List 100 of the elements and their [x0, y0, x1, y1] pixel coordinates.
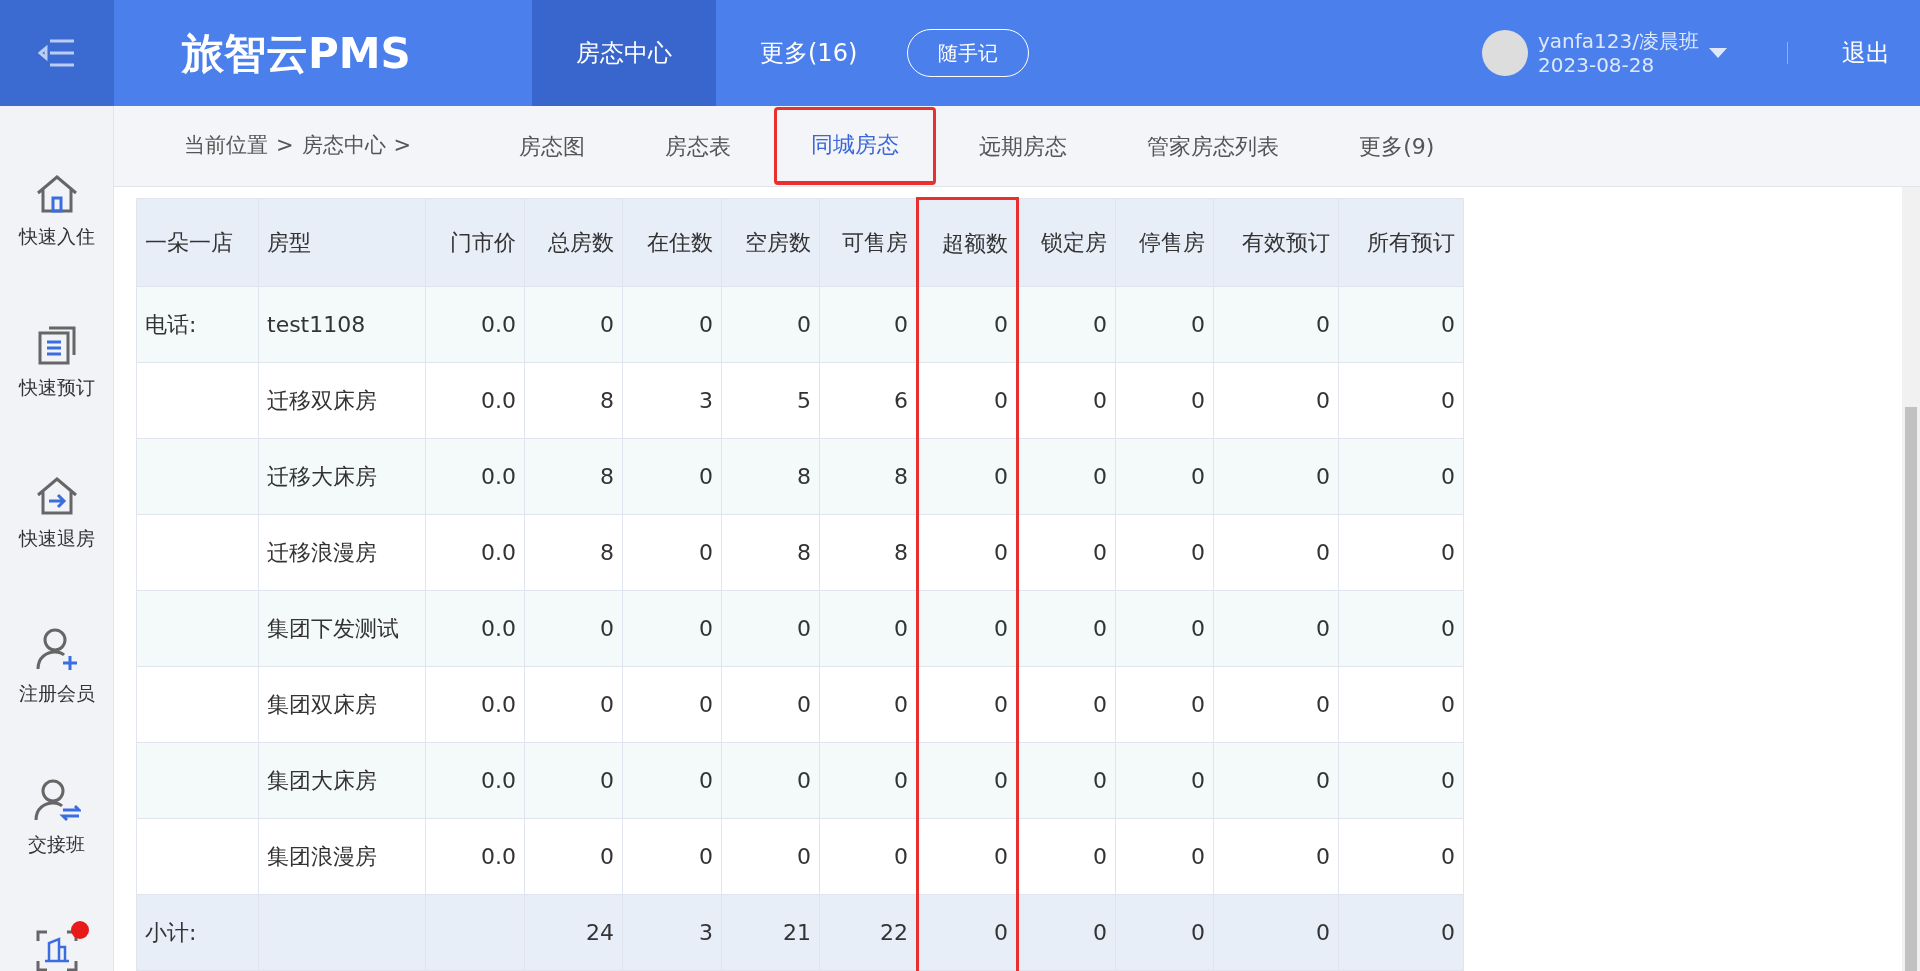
scrollbar-thumb[interactable] — [1905, 407, 1917, 971]
table-cell: 0 — [1191, 920, 1205, 945]
breadcrumb-item: 当前位置 — [184, 132, 268, 160]
table-cell: 21 — [783, 920, 811, 945]
table-cell: 0.0 — [481, 464, 516, 489]
nav-tab[interactable]: 房态中心 — [532, 0, 716, 106]
sidebar-item[interactable]: 交接班 — [0, 770, 113, 921]
table-cell: 0 — [1191, 312, 1205, 337]
table-cell: 0 — [1441, 464, 1455, 489]
table-cell: 0 — [600, 768, 614, 793]
scrollbar[interactable] — [1902, 187, 1920, 971]
table-cell: 0 — [1441, 616, 1455, 641]
tab[interactable]: 更多(9) — [1323, 109, 1471, 183]
table-cell: 0 — [699, 844, 713, 869]
table-cell: 0 — [1441, 920, 1455, 945]
nav-tab[interactable]: 更多(16) — [716, 0, 902, 106]
table-cell: 0 — [894, 312, 908, 337]
logout-button[interactable]: 退出 — [1836, 34, 1896, 72]
table-cell: 0 — [699, 616, 713, 641]
table-cell: 0 — [600, 692, 614, 717]
table-cell: 0 — [994, 920, 1008, 945]
table-cell: 0 — [894, 692, 908, 717]
table-cell: 0.0 — [481, 616, 516, 641]
table-cell: 0 — [797, 768, 811, 793]
sidebar-item[interactable]: 快速退房 — [0, 468, 113, 619]
table-cell: 集团下发测试 — [267, 616, 399, 641]
tab[interactable]: 远期房态 — [943, 109, 1104, 183]
table-cell: 8 — [797, 540, 811, 565]
table-cell: 8 — [600, 464, 614, 489]
table-cell: 0 — [797, 844, 811, 869]
table-cell: 0 — [994, 540, 1008, 565]
table-cell: 0 — [994, 616, 1008, 641]
menu-button[interactable] — [0, 0, 114, 106]
table-cell: 0 — [1191, 768, 1205, 793]
avatar[interactable] — [1482, 30, 1528, 76]
table-cell: 8 — [797, 464, 811, 489]
table-cell: 0 — [1191, 692, 1205, 717]
table-cell: 0 — [600, 312, 614, 337]
table-cell: 0 — [1441, 844, 1455, 869]
table-cell: 0 — [1191, 540, 1205, 565]
table-cell: 0 — [1093, 616, 1107, 641]
table-cell: 0.0 — [481, 844, 516, 869]
table-cell: 0 — [994, 312, 1008, 337]
table-cell: 0 — [1441, 540, 1455, 565]
user-add-icon — [34, 627, 79, 671]
column-header: 有效预订 — [1213, 198, 1339, 287]
tab[interactable]: 同城房态 — [775, 108, 936, 184]
sidebar-item[interactable]: 快速预订 — [0, 317, 113, 468]
tab[interactable]: 房态表 — [629, 109, 768, 183]
table-cell: 0 — [600, 616, 614, 641]
table-cell: 0 — [797, 692, 811, 717]
breadcrumb-separator: > — [276, 132, 294, 160]
sidebar-item[interactable]: 注册会员 — [0, 619, 113, 770]
table-cell: 3 — [699, 388, 713, 413]
user-swap-icon — [32, 778, 81, 822]
table-cell: 0 — [797, 616, 811, 641]
table-cell: 8 — [894, 540, 908, 565]
document-icon — [36, 325, 77, 365]
table-cell: 电话: — [145, 312, 197, 337]
table-cell: 0 — [1093, 464, 1107, 489]
breadcrumb-item[interactable]: 房态中心 — [301, 130, 386, 162]
table-cell: 0 — [1093, 540, 1107, 565]
table-cell: 0 — [994, 464, 1008, 489]
table-cell: 迁移大床房 — [267, 464, 377, 489]
house-arrow-icon — [34, 476, 79, 516]
column-header: 房型 — [258, 198, 426, 287]
table-cell: 0 — [1191, 388, 1205, 413]
scan-building-icon — [34, 929, 79, 971]
column-header: 在住数 — [622, 198, 722, 287]
table-cell: 0 — [994, 768, 1008, 793]
sidebar-label: 交接班 — [28, 832, 85, 857]
tab[interactable]: 管家房态列表 — [1111, 109, 1316, 183]
column-header: 总房数 — [524, 198, 623, 287]
table-cell: 0 — [1093, 920, 1107, 945]
sidebar-item[interactable]: 快速入住 — [0, 166, 113, 317]
table-cell: 0 — [1316, 692, 1330, 717]
table-cell: 0 — [1093, 312, 1107, 337]
column-header: 超额数 — [917, 198, 1018, 287]
table-cell: test1108 — [267, 312, 366, 337]
table-cell: 0 — [699, 312, 713, 337]
table-cell: 0 — [1093, 768, 1107, 793]
table-cell: 0 — [1093, 844, 1107, 869]
table-cell: 0 — [1191, 464, 1205, 489]
sidebar-label: 快速预订 — [18, 375, 95, 400]
table-cell: 0 — [1316, 616, 1330, 641]
app-logo: 旅智云PMS — [182, 27, 412, 80]
caret-icon[interactable] — [1709, 48, 1727, 58]
column-header: 所有预订 — [1338, 198, 1464, 287]
user-name: yanfa123/凌晨班 — [1538, 29, 1699, 53]
column-header: 空房数 — [721, 198, 820, 287]
table-cell: 0 — [1316, 464, 1330, 489]
sidebar-label: 注册会员 — [18, 681, 95, 706]
table-cell: 8 — [894, 464, 908, 489]
table-cell: 0 — [699, 768, 713, 793]
tab[interactable]: 房态图 — [483, 109, 622, 183]
date-text: 2023-08-28 — [1538, 53, 1656, 77]
table-cell: 0.0 — [481, 692, 516, 717]
table-cell: 0 — [1441, 312, 1455, 337]
table-cell: 0 — [1316, 920, 1330, 945]
table-cell: 0 — [894, 768, 908, 793]
